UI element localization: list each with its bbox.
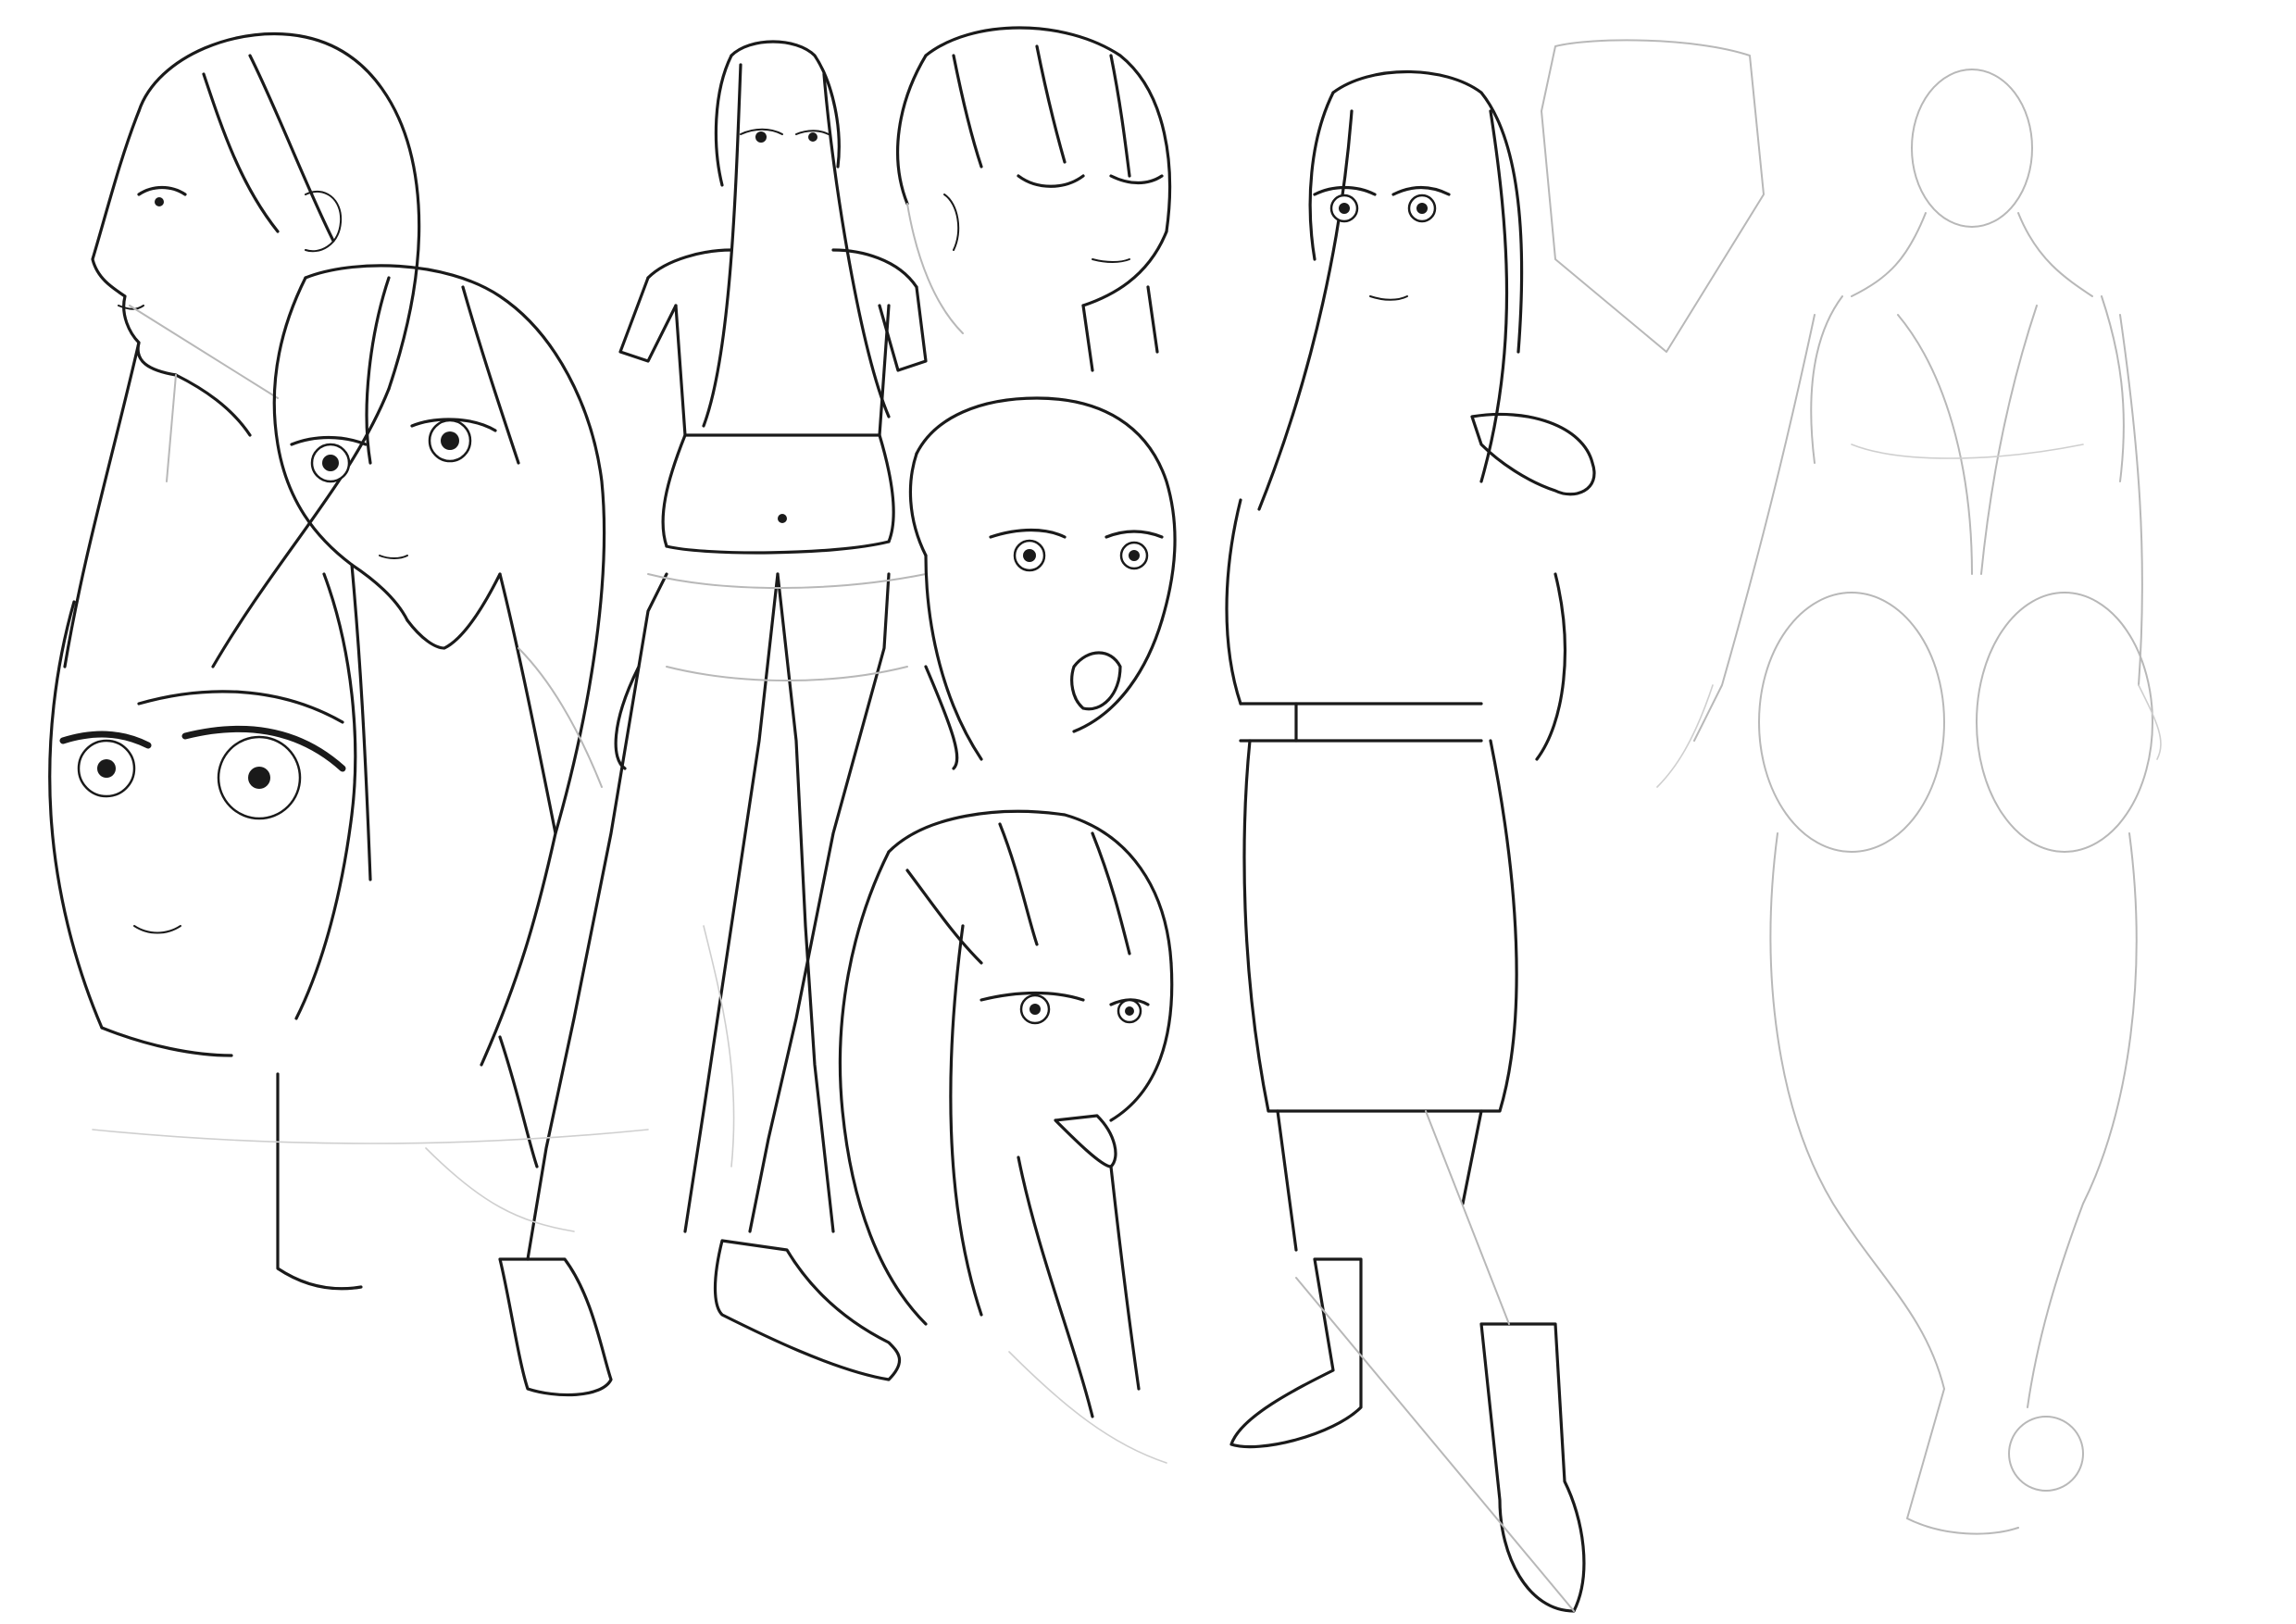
construction-sketch-back-view	[1541, 39, 2162, 1535]
construction-lines	[92, 925, 1167, 1464]
shouting-head	[908, 396, 1177, 761]
tongue-out-head	[838, 809, 1174, 1418]
sketch-canvas	[48, 26, 2162, 1613]
close-up-face	[48, 572, 539, 1291]
profile-head	[63, 32, 421, 668]
uniform-figure	[1225, 69, 1596, 1613]
eyes-closed-head	[895, 26, 1172, 372]
